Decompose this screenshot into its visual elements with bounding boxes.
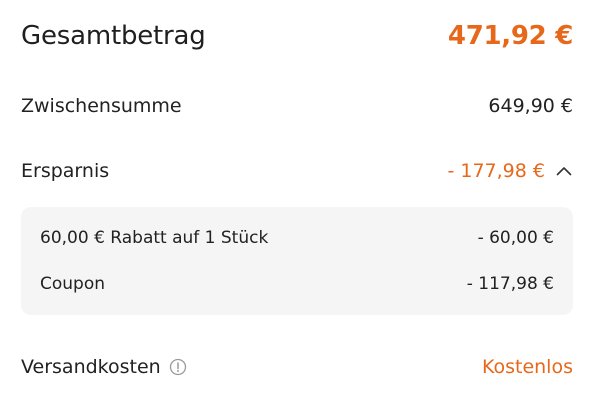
savings-label: Ersparnis [21, 160, 110, 182]
savings-row: Ersparnis - 177,98 € [21, 155, 573, 187]
shipping-label-group: Versandkosten [21, 356, 187, 378]
shipping-row: Versandkosten Kostenlos [21, 351, 573, 383]
savings-details-panel: 60,00 € Rabatt auf 1 Stück - 60,00 € Cou… [21, 207, 573, 315]
shipping-label: Versandkosten [21, 356, 161, 378]
info-icon[interactable] [169, 358, 187, 376]
total-value: 471,92 € [447, 21, 573, 51]
chevron-up-icon[interactable] [555, 162, 573, 180]
subtotal-value: 649,90 € [488, 95, 573, 117]
coupon-value: - 117,98 € [466, 274, 554, 294]
savings-detail-row: Coupon - 117,98 € [40, 271, 554, 297]
savings-toggle[interactable]: - 177,98 € [447, 160, 573, 182]
discount-value: - 60,00 € [477, 228, 554, 248]
savings-value: - 177,98 € [447, 160, 545, 182]
subtotal-label: Zwischensumme [21, 95, 182, 117]
discount-label: 60,00 € Rabatt auf 1 Stück [40, 228, 269, 248]
shipping-value: Kostenlos [481, 356, 573, 378]
total-label: Gesamtbetrag [21, 21, 206, 51]
coupon-label: Coupon [40, 274, 106, 294]
subtotal-row: Zwischensumme 649,90 € [21, 90, 573, 122]
savings-detail-row: 60,00 € Rabatt auf 1 Stück - 60,00 € [40, 225, 554, 251]
total-row: Gesamtbetrag 471,92 € [21, 16, 573, 56]
